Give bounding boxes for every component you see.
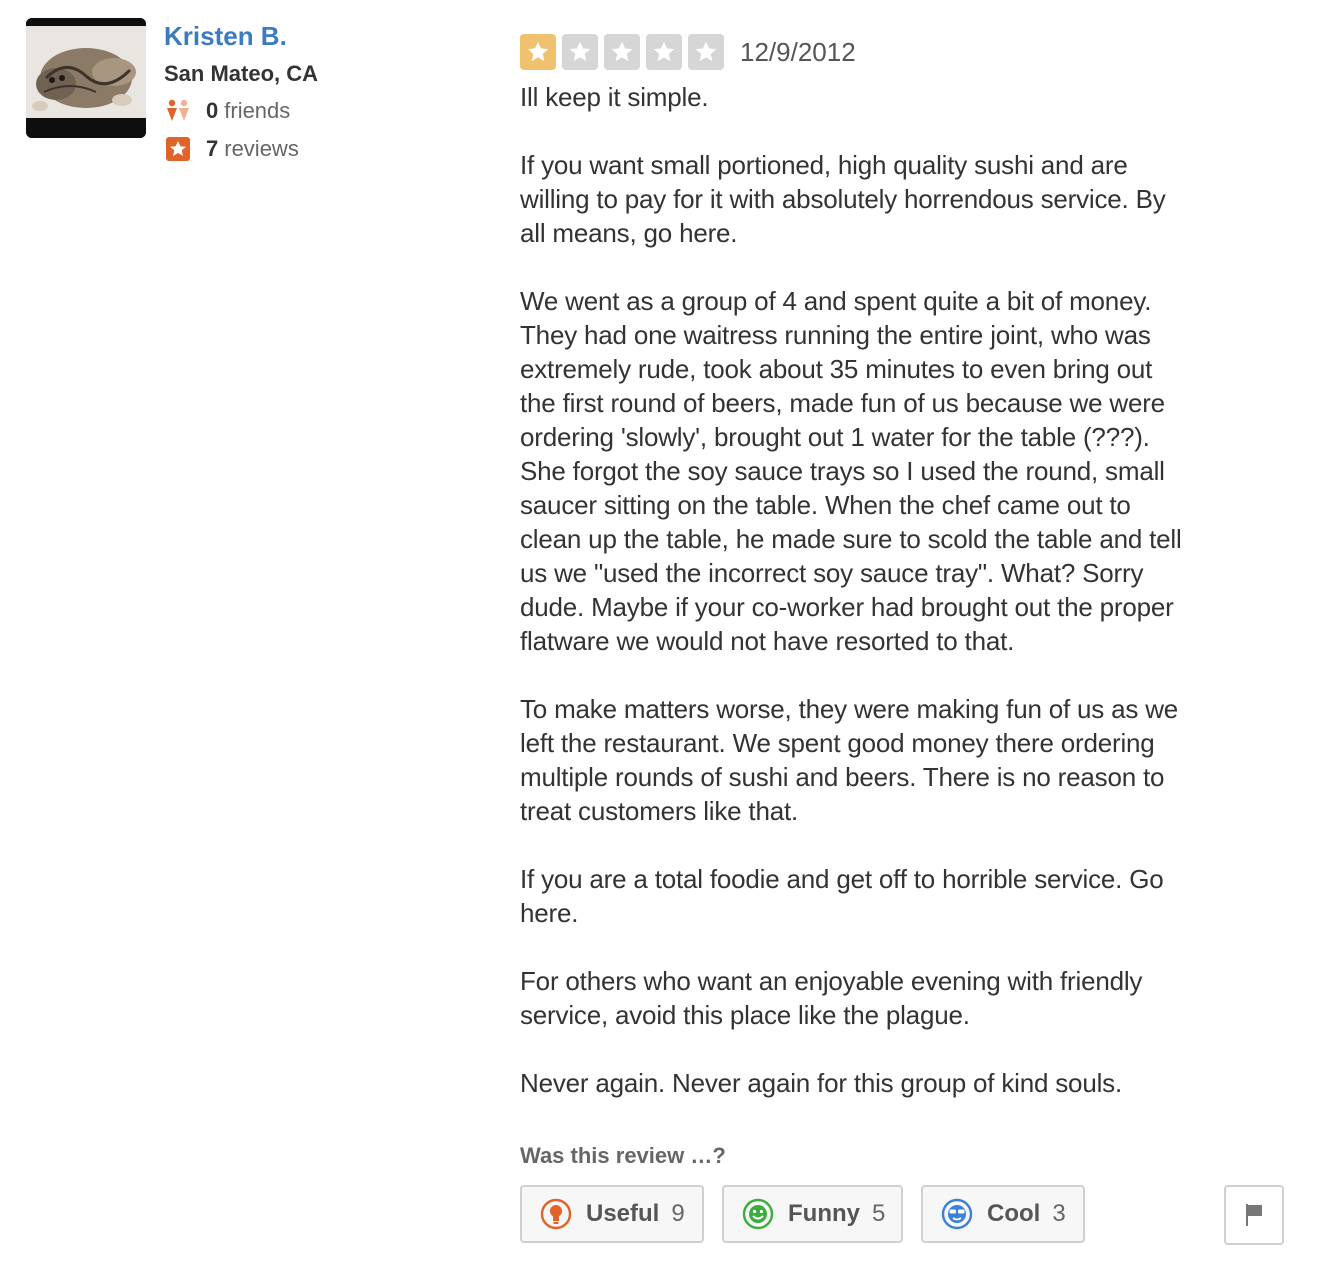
review-date: 12/9/2012 xyxy=(740,36,856,67)
review: 12/9/2012 Ill keep it simple. If you want… xyxy=(520,32,1280,1134)
review-text: Ill keep it simple. If you want small por… xyxy=(520,80,1280,1100)
rating-row: 12/9/2012 xyxy=(520,32,1280,72)
review-paragraph: We went as a group of 4 and spent quite … xyxy=(520,286,1182,656)
funny-label: Funny xyxy=(788,1200,860,1227)
review-paragraph: For others who want an enjoyable evening… xyxy=(520,966,1143,1030)
reviews-stat: 7 reviews xyxy=(164,130,318,168)
smiley-icon xyxy=(742,1198,774,1230)
star-icon xyxy=(688,34,724,70)
funny-button[interactable]: Funny 5 xyxy=(722,1185,903,1243)
friends-icon xyxy=(164,97,192,125)
star-icon xyxy=(562,34,598,70)
cool-count: 3 xyxy=(1052,1200,1066,1227)
useful-count: 9 xyxy=(671,1200,685,1227)
user-location: San Mateo, CA xyxy=(164,61,319,86)
friends-stat: 0 friends xyxy=(164,92,318,130)
user-info: Kristen B. San Mateo, CA 0 friends 7 rev… xyxy=(164,18,318,168)
flag-button[interactable] xyxy=(1224,1185,1284,1245)
review-paragraph: If you want small portioned, high qualit… xyxy=(520,150,1166,248)
star-icon xyxy=(604,34,640,70)
user-name-link[interactable]: Kristen B. xyxy=(164,18,318,54)
review-paragraph: Ill keep it simple. xyxy=(520,82,709,112)
user-avatar[interactable] xyxy=(26,18,146,138)
flag-icon xyxy=(1243,1202,1265,1228)
review-paragraph: If you are a total foodie and get off to… xyxy=(520,864,1164,928)
reviews-count: 7 xyxy=(206,136,219,161)
review-paragraph: Never again. Never again for this group … xyxy=(520,1068,1122,1098)
sunglasses-icon xyxy=(941,1198,973,1230)
review-paragraph: To make matters worse, they were making … xyxy=(520,694,1179,826)
lightbulb-icon xyxy=(540,1198,572,1230)
star-rating xyxy=(520,34,730,70)
funny-count: 5 xyxy=(872,1200,886,1227)
star-badge-icon xyxy=(164,135,192,163)
friends-label: friends xyxy=(224,98,291,123)
cool-label: Cool xyxy=(987,1200,1041,1227)
cool-button[interactable]: Cool 3 xyxy=(921,1185,1085,1243)
useful-button[interactable]: Useful 9 xyxy=(520,1185,704,1243)
reviews-label: reviews xyxy=(224,136,299,161)
useful-label: Useful xyxy=(586,1200,660,1227)
vote-prompt: Was this review …? xyxy=(520,1143,726,1168)
friends-count: 0 xyxy=(206,98,219,123)
star-icon xyxy=(646,34,682,70)
star-icon xyxy=(520,34,556,70)
